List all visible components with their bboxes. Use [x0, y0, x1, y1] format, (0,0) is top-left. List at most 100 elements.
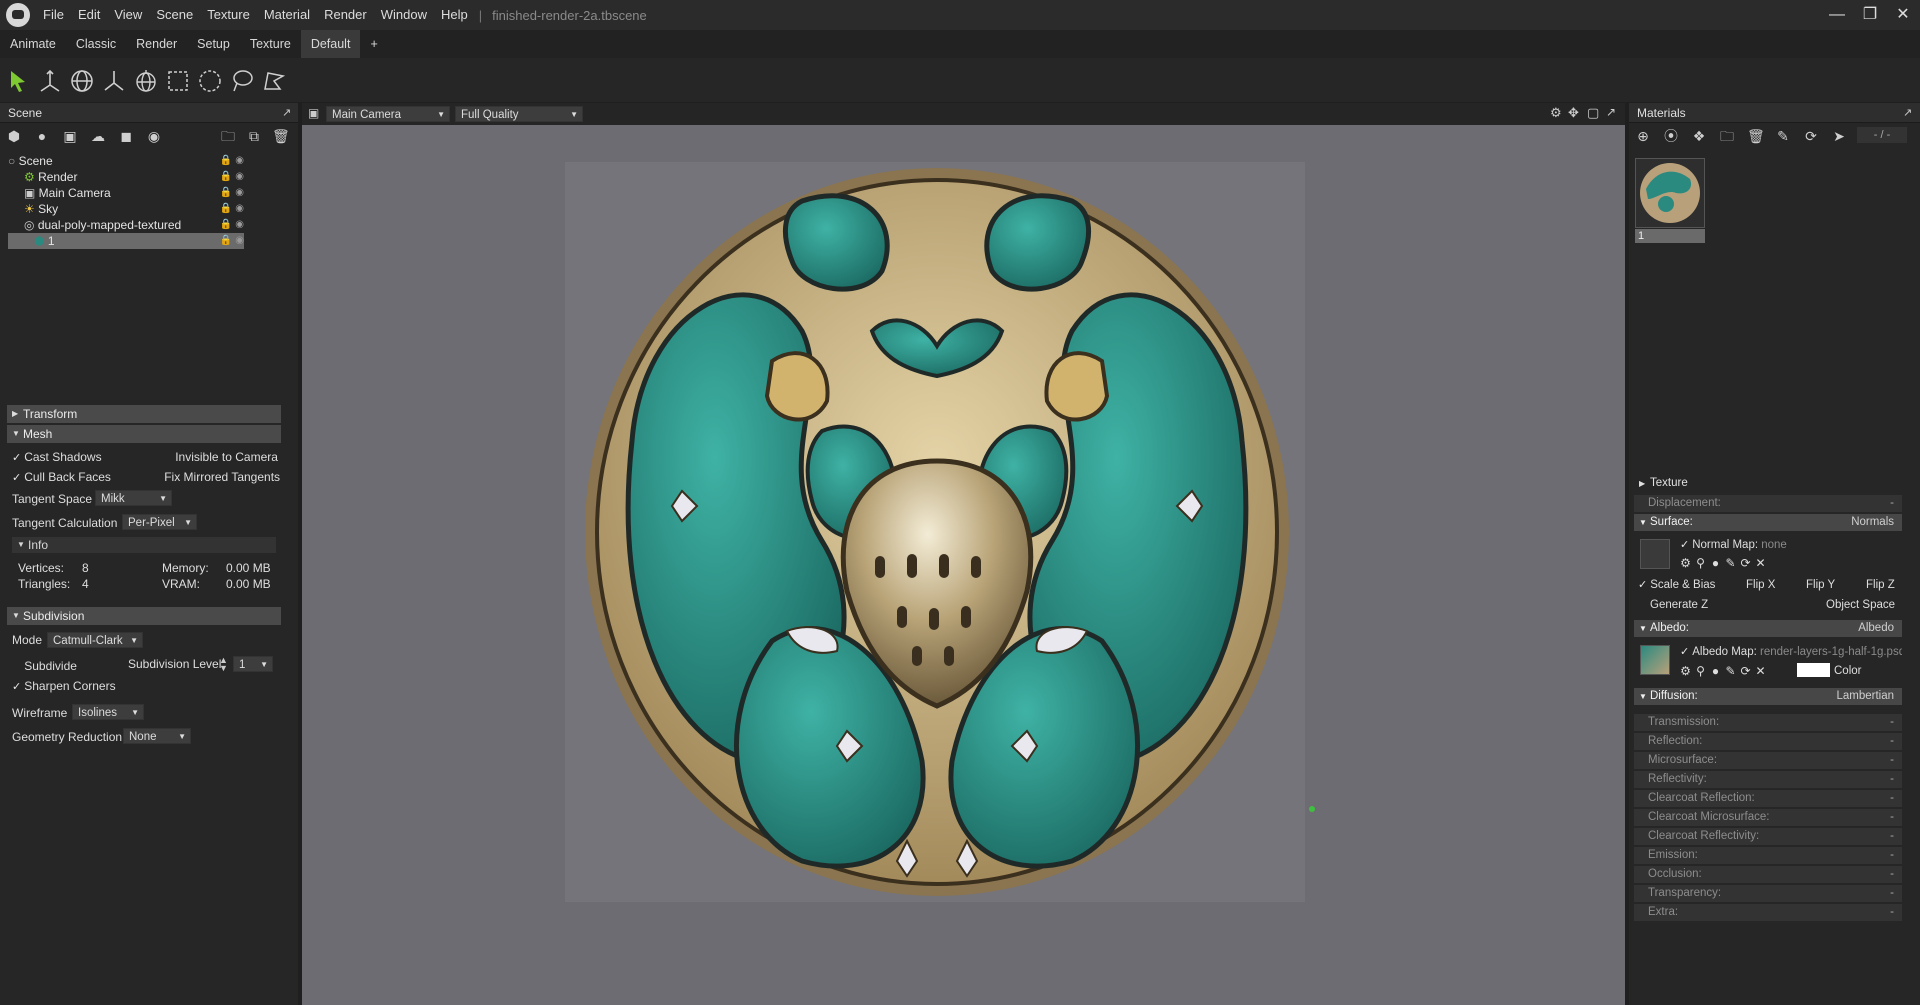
navigate-icon[interactable]: ➤ [1831, 128, 1847, 144]
menu-texture[interactable]: Texture [200, 0, 257, 30]
tab-texture[interactable]: Texture [240, 30, 301, 58]
tab-add[interactable]: + [360, 30, 387, 58]
albedo-color-swatch[interactable] [1797, 663, 1830, 677]
search-icon[interactable]: ⚲ [1693, 663, 1708, 679]
menu-view[interactable]: View [107, 0, 149, 30]
tab-render[interactable]: Render [126, 30, 187, 58]
paint-icon[interactable]: ● [1708, 663, 1723, 679]
occlusion-row[interactable]: Occlusion: - [1634, 866, 1902, 883]
gear-icon[interactable]: ⚙ [1678, 555, 1693, 571]
camera-menu-icon[interactable]: ▣ [308, 106, 319, 120]
universal-tool-icon[interactable] [132, 67, 160, 95]
object-space-checkbox[interactable]: Object Space [1826, 597, 1895, 613]
lasso-select-icon[interactable] [228, 67, 256, 95]
quality-dropdown[interactable]: Full Quality [455, 106, 583, 123]
albedo-map-thumbnail[interactable] [1640, 645, 1670, 675]
close-icon[interactable]: ✕ [1886, 0, 1920, 30]
minimize-icon[interactable]: — [1820, 0, 1854, 30]
eye-icon[interactable]: ◉ [235, 169, 244, 185]
displacement-row[interactable]: Displacement: - [1634, 495, 1902, 512]
add-camera-icon[interactable]: ▣ [62, 128, 78, 144]
popout-view-icon[interactable]: ↗ [1606, 105, 1616, 119]
invisible-to-camera-checkbox[interactable]: ✓Invisible to Camera [163, 449, 278, 466]
flip-z-checkbox[interactable]: Flip Z [1866, 577, 1895, 593]
lock-icon[interactable]: 🔒 [220, 201, 232, 217]
paint-icon[interactable]: ● [1708, 555, 1723, 571]
cull-back-faces-checkbox[interactable]: ✓ Cull Back Faces [12, 469, 111, 486]
search-icon[interactable]: ⚲ [1693, 555, 1708, 571]
close-icon[interactable]: ✕ [1753, 663, 1768, 679]
eye-icon[interactable]: ◉ [235, 217, 244, 233]
flip-x-checkbox[interactable]: Flip X [1746, 577, 1775, 593]
material-thumbnail[interactable] [1635, 158, 1705, 228]
lock-icon[interactable]: 🔒 [220, 185, 232, 201]
tangent-space-dropdown[interactable]: Mikk [95, 490, 172, 507]
settings-gear-icon[interactable]: ⚙ [1550, 105, 1562, 121]
add-shape-icon[interactable]: ◼ [118, 128, 134, 144]
transmission-row[interactable]: Transmission: - [1634, 714, 1902, 731]
reflectivity-row[interactable]: Reflectivity: - [1634, 771, 1902, 788]
menu-window[interactable]: Window [374, 0, 434, 30]
lock-icon[interactable]: 🔒 [220, 217, 232, 233]
add-sky-icon[interactable]: ☁ [90, 128, 106, 144]
refresh-icon[interactable]: ⟳ [1738, 555, 1753, 571]
refresh-icon[interactable]: ⟳ [1738, 663, 1753, 679]
tab-classic[interactable]: Classic [66, 30, 126, 58]
texture-section[interactable]: ▶ Texture [1634, 475, 1902, 492]
sharpen-corners-checkbox[interactable]: ✓ Sharpen Corners [12, 678, 116, 695]
3d-viewport[interactable] [302, 103, 1625, 1005]
cast-shadows-checkbox[interactable]: ✓ Cast Shadows [12, 449, 102, 466]
checker-icon[interactable]: ❖ [1691, 128, 1707, 144]
menu-help[interactable]: Help [434, 0, 475, 30]
tree-item-main-camera[interactable]: ▣ Main Camera 🔒 ◉ [8, 185, 244, 201]
move-tool-icon[interactable] [36, 67, 64, 95]
tangent-calculation-dropdown[interactable]: Per-Pixel [122, 514, 197, 531]
section-subdivision[interactable]: ▼ Subdivision [7, 607, 281, 625]
menu-file[interactable]: File [36, 0, 71, 30]
clearcoat-reflectivity-row[interactable]: Clearcoat Reflectivity: - [1634, 828, 1902, 845]
maximize-icon[interactable]: ❐ [1853, 0, 1887, 30]
info-subsection[interactable]: ▼ Info [12, 537, 276, 553]
popout-icon[interactable]: ↗ [282, 106, 291, 119]
wireframe-dropdown[interactable]: Isolines [72, 704, 144, 721]
rectangle-select-icon[interactable] [164, 67, 192, 95]
normal-map-slot[interactable] [1640, 539, 1670, 569]
scale-bias-checkbox[interactable]: ✓ Scale & Bias [1638, 577, 1715, 593]
clearcoat-microsurface-row[interactable]: Clearcoat Microsurface: - [1634, 809, 1902, 826]
surface-header[interactable]: ▼ Surface: Normals [1634, 514, 1902, 531]
material-counter[interactable]: - / - [1857, 127, 1907, 143]
section-transform[interactable]: ▶ Transform [7, 405, 281, 423]
subdivision-level-input[interactable]: 1 [233, 656, 273, 673]
polygon-select-icon[interactable] [260, 67, 288, 95]
trash-icon[interactable]: 🗑 [1747, 128, 1765, 144]
select-arrow-icon[interactable] [4, 67, 32, 95]
section-mesh[interactable]: ▼ Mesh [7, 425, 281, 443]
add-material-icon[interactable]: ⊕ [1635, 128, 1651, 144]
tab-setup[interactable]: Setup [187, 30, 240, 58]
eye-icon[interactable]: ◉ [235, 153, 244, 169]
lock-icon[interactable]: 🔒 [220, 169, 232, 185]
duplicate-material-icon[interactable]: ⦿ [1663, 128, 1679, 144]
reflection-row[interactable]: Reflection: - [1634, 733, 1902, 750]
tree-item-render[interactable]: ⚙ Render 🔒 ◉ [8, 169, 244, 185]
normal-map-field[interactable]: ✓ Normal Map: none [1680, 537, 1787, 553]
close-icon[interactable]: ✕ [1753, 555, 1768, 571]
stepper-arrows-icon[interactable]: ▲ ▼ [219, 656, 228, 673]
add-object-icon[interactable]: ⬢ [6, 128, 22, 144]
menu-edit[interactable]: Edit [71, 0, 107, 30]
scale-tool-icon[interactable] [100, 67, 128, 95]
maximize-view-icon[interactable]: ▢ [1587, 105, 1599, 121]
tree-item-sky[interactable]: ☀ Sky 🔒 ◉ [8, 201, 244, 217]
eye-icon[interactable]: ◉ [235, 233, 244, 249]
microsurface-row[interactable]: Microsurface: - [1634, 752, 1902, 769]
menu-scene[interactable]: Scene [149, 0, 200, 30]
gear-icon[interactable]: ⚙ [1678, 663, 1693, 679]
circle-select-icon[interactable] [196, 67, 224, 95]
tab-default[interactable]: Default [300, 30, 361, 58]
fix-mirrored-tangents-checkbox[interactable]: ✓Fix Mirrored Tangents [152, 469, 280, 486]
tab-animate[interactable]: Animate [0, 30, 66, 58]
pen-icon[interactable]: ✎ [1723, 555, 1738, 571]
lock-icon[interactable]: 🔒 [220, 233, 232, 249]
rotate-tool-icon[interactable] [68, 67, 96, 95]
trash-icon[interactable]: 🗑 [272, 128, 290, 144]
